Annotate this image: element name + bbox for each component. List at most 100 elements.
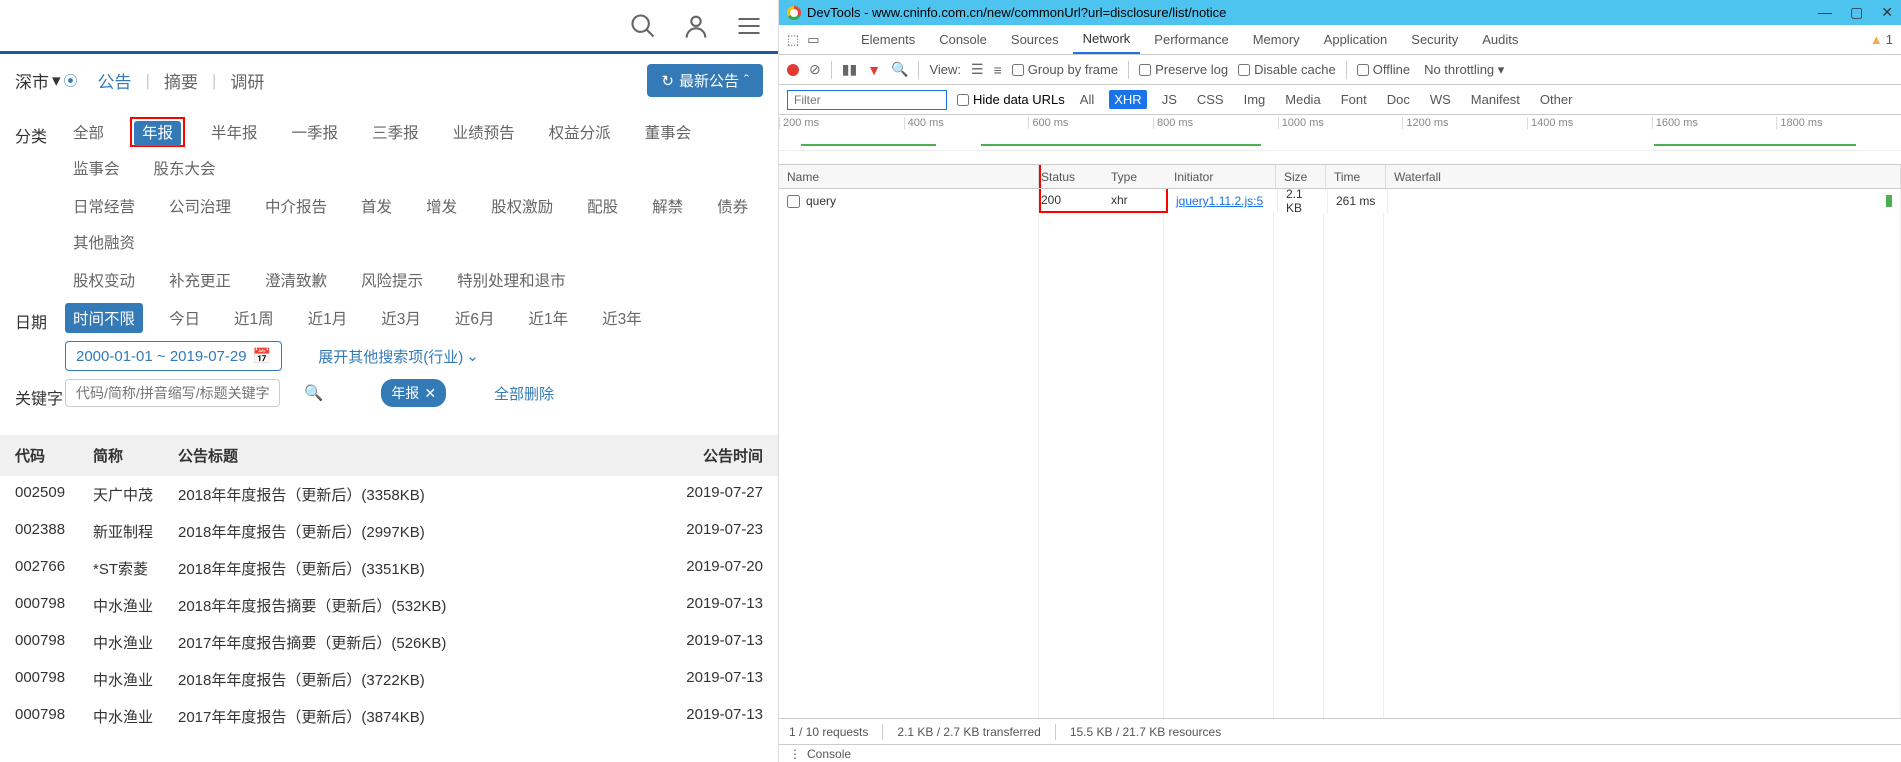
- camera-icon[interactable]: ▮▮: [842, 61, 857, 78]
- nh-type[interactable]: Type: [1111, 170, 1166, 184]
- nh-waterfall[interactable]: Waterfall: [1386, 165, 1901, 188]
- maximize-icon[interactable]: ▢: [1850, 4, 1863, 21]
- frame-view-icon[interactable]: ≡: [994, 62, 1002, 78]
- tab-elements[interactable]: Elements: [851, 26, 925, 53]
- category-row1: 全部 年报 半年报 一季报 三季报 业绩预告 权益分派 董事会 监事会 股东大会: [65, 117, 763, 183]
- ftype-ws[interactable]: WS: [1425, 90, 1456, 109]
- nh-size[interactable]: Size: [1276, 165, 1326, 188]
- ftype-js[interactable]: JS: [1157, 90, 1182, 109]
- ftype-all[interactable]: All: [1075, 90, 1099, 109]
- ftype-media[interactable]: Media: [1280, 90, 1325, 109]
- user-icon[interactable]: [682, 12, 710, 40]
- tab-security[interactable]: Security: [1401, 26, 1468, 53]
- list-view-icon[interactable]: ☰: [971, 61, 984, 78]
- inspect-icon[interactable]: ⬚: [787, 32, 799, 48]
- market-dropdown[interactable]: 深市 ▾ ⦿: [15, 68, 78, 93]
- close-icon[interactable]: ✕: [1881, 4, 1893, 21]
- timeline[interactable]: 200 ms400 ms600 ms800 ms1000 ms1200 ms14…: [779, 115, 1901, 165]
- search-icon[interactable]: [629, 12, 657, 40]
- filter-icon[interactable]: ▼: [867, 62, 881, 78]
- minimize-icon[interactable]: —: [1818, 4, 1832, 21]
- category-row2: 日常经营 公司治理 中介报告 首发 增发 股权激励 配股 解禁 债券 其他融资: [65, 191, 763, 257]
- disable-cache-checkbox[interactable]: Disable cache: [1238, 62, 1336, 77]
- ftype-img[interactable]: Img: [1239, 90, 1271, 109]
- waterfall-bar: [1886, 195, 1892, 207]
- calendar-icon: 📅: [253, 347, 272, 365]
- red-highlight-box: 年报: [130, 117, 185, 147]
- ftype-manifest[interactable]: Manifest: [1466, 90, 1525, 109]
- close-icon[interactable]: ✕: [424, 385, 436, 402]
- delete-all-link[interactable]: 全部删除: [494, 383, 554, 404]
- filter-input[interactable]: [787, 90, 947, 110]
- table-row[interactable]: 002509天广中茂2018年年度报告（更新后）(3358KB)2019-07-…: [0, 476, 778, 513]
- tab-sources[interactable]: Sources: [1001, 26, 1069, 53]
- table-row[interactable]: 000798中水渔业2017年年度报告摘要（更新后）(526KB)2019-07…: [0, 624, 778, 661]
- tab-announcement[interactable]: 公告: [98, 68, 132, 93]
- search-icon[interactable]: 🔍: [304, 384, 323, 403]
- cat-supervisor[interactable]: 监事会: [65, 153, 128, 183]
- network-table-body: query 200 xhr jquery1.11.2.js:5 2.1 KB 2…: [779, 189, 1901, 718]
- location-icon: ⦿: [64, 71, 78, 91]
- table-row[interactable]: 002766*ST索菱2018年年度报告（更新后）(3351KB)2019-07…: [0, 550, 778, 587]
- group-by-frame-checkbox[interactable]: Group by frame: [1012, 62, 1118, 77]
- tab-console[interactable]: Console: [929, 26, 997, 53]
- cat-q3[interactable]: 三季报: [364, 117, 427, 147]
- cat-all[interactable]: 全部: [65, 117, 112, 147]
- clear-icon[interactable]: ⊘: [809, 61, 821, 78]
- date-range-picker[interactable]: 2000-01-01 ~ 2019-07-29 📅: [65, 341, 282, 371]
- record-button[interactable]: [787, 64, 799, 76]
- nh-time[interactable]: Time: [1326, 165, 1386, 188]
- tab-memory[interactable]: Memory: [1243, 26, 1310, 53]
- console-drawer[interactable]: ⋮ Console: [779, 744, 1901, 762]
- filters: 分类 全部 年报 半年报 一季报 三季报 业绩预告 权益分派 董事会 监事会 股…: [0, 107, 778, 427]
- cat-board[interactable]: 董事会: [637, 117, 700, 147]
- table-row[interactable]: 000798中水渔业2018年年度报告（更新后）(3722KB)2019-07-…: [0, 661, 778, 698]
- tab-performance[interactable]: Performance: [1144, 26, 1238, 53]
- category-row3: 股权变动 补充更正 澄清致歉 风险提示 特别处理和退市: [65, 265, 763, 295]
- console-toggle-icon[interactable]: ⋮: [789, 747, 801, 761]
- cat-dividend[interactable]: 权益分派: [541, 117, 619, 147]
- table-row[interactable]: 000798中水渔业2017年年度报告（更新后）(3874KB)2019-07-…: [0, 698, 778, 735]
- table-row[interactable]: 000798中水渔业2018年年度报告摘要（更新后）(532KB)2019-07…: [0, 587, 778, 624]
- ftype-font[interactable]: Font: [1336, 90, 1372, 109]
- initiator-link[interactable]: jquery1.11.2.js:5: [1176, 194, 1263, 208]
- chrome-icon: [787, 6, 801, 20]
- dropdown-icon: ▾: [52, 71, 61, 91]
- device-icon[interactable]: ▭: [807, 32, 819, 48]
- preserve-log-checkbox[interactable]: Preserve log: [1139, 62, 1228, 77]
- ftype-xhr[interactable]: XHR: [1109, 90, 1146, 109]
- search-icon[interactable]: 🔍: [891, 61, 908, 78]
- network-row-query[interactable]: query 200 xhr jquery1.11.2.js:5 2.1 KB 2…: [779, 189, 1901, 213]
- cat-half[interactable]: 半年报: [203, 117, 266, 147]
- table-row[interactable]: 002388新亚制程2018年年度报告（更新后）(2997KB)2019-07-…: [0, 513, 778, 550]
- cat-shareholder[interactable]: 股东大会: [146, 153, 224, 183]
- ftype-css[interactable]: CSS: [1192, 90, 1229, 109]
- category-label: 分类: [15, 117, 65, 147]
- latest-btn-label: 最新公告: [679, 70, 739, 91]
- keyword-input[interactable]: [65, 379, 280, 407]
- nh-status[interactable]: Status: [1041, 170, 1111, 184]
- date-unlimited[interactable]: 时间不限: [65, 303, 143, 333]
- menu-icon[interactable]: [735, 12, 763, 40]
- tab-network[interactable]: Network: [1073, 25, 1141, 54]
- throttling-dropdown[interactable]: No throttling ▾: [1424, 62, 1504, 78]
- cat-annual[interactable]: 年报: [134, 121, 181, 146]
- nh-name[interactable]: Name: [779, 165, 1039, 188]
- tab-audits[interactable]: Audits: [1472, 26, 1528, 53]
- warning-badge[interactable]: ▲1: [1870, 32, 1893, 47]
- row-checkbox[interactable]: [787, 195, 800, 208]
- tab-summary[interactable]: 摘要: [164, 68, 198, 93]
- nh-initiator[interactable]: Initiator: [1166, 165, 1276, 188]
- tab-research[interactable]: 调研: [230, 68, 264, 93]
- status-bar: 1 / 10 requests 2.1 KB / 2.7 KB transfer…: [779, 718, 1901, 744]
- offline-checkbox[interactable]: Offline: [1357, 62, 1410, 77]
- cat-q1[interactable]: 一季报: [284, 117, 347, 147]
- tab-application[interactable]: Application: [1314, 26, 1398, 53]
- latest-announcement-button[interactable]: ↻ 最新公告 ˆ: [647, 64, 763, 97]
- hide-data-urls-checkbox[interactable]: Hide data URLs: [957, 92, 1065, 107]
- filter-tag-annual[interactable]: 年报 ✕: [381, 379, 446, 407]
- cat-forecast[interactable]: 业绩预告: [445, 117, 523, 147]
- expand-industry-link[interactable]: 展开其他搜索项(行业) ⌄: [318, 341, 479, 371]
- ftype-doc[interactable]: Doc: [1382, 90, 1415, 109]
- ftype-other[interactable]: Other: [1535, 90, 1578, 109]
